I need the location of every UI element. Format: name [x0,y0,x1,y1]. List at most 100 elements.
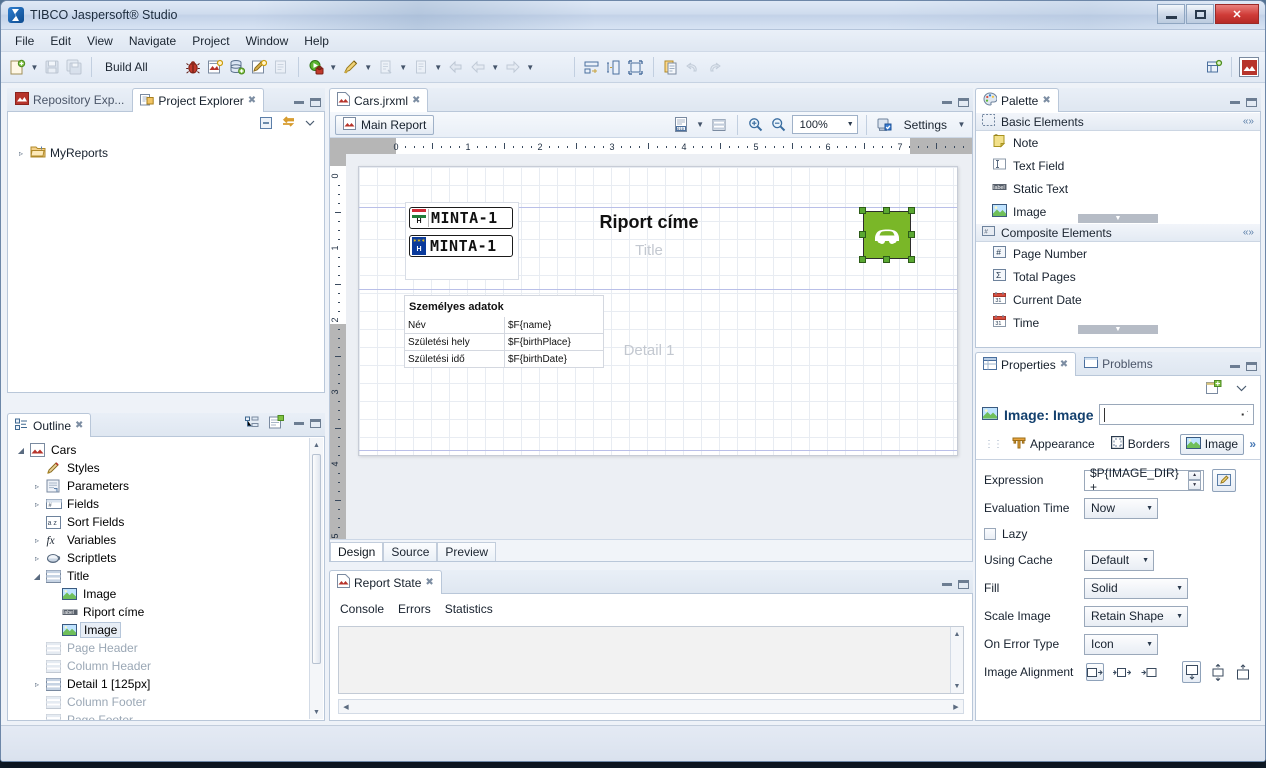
resize-handle-w[interactable] [859,231,866,238]
settings-icon[interactable] [875,115,895,135]
outline-node[interactable]: Column Header [10,657,322,675]
tab-source[interactable]: Source [383,542,438,561]
outline-node[interactable]: ▹ fx Variables [10,531,322,549]
maximize-panel-icon[interactable] [310,98,321,107]
scroll-up-icon[interactable]: ▲ [310,438,323,452]
scroll-left-icon[interactable]: ◀ [339,700,353,713]
outline-node[interactable]: Page Footer [10,711,322,720]
outline-node[interactable]: ▹ Detail 1 [125px] [10,675,322,693]
report-canvas[interactable]: Riport címe Title Detail 1 H MINTA-1 ∗∗∗… [346,154,972,539]
run-icon[interactable] [306,57,326,77]
spinner-up-icon[interactable]: ▲ [1188,470,1201,480]
expand-twisty-icon[interactable]: ◢ [32,572,42,581]
palette-item-static-text[interactable]: label Static Text [976,177,1260,200]
close-icon[interactable]: ✖ [248,95,256,106]
report-page[interactable]: Riport címe Title Detail 1 H MINTA-1 ∗∗∗… [358,166,958,456]
new-file-icon[interactable] [7,57,27,77]
pin-properties-icon[interactable] [1206,380,1222,398]
new-style-icon[interactable] [249,57,269,77]
resize-handle-ne[interactable] [908,207,915,214]
fill-select[interactable]: Solid ▼ [1084,577,1188,599]
outline-node[interactable]: ▹ Scriptlets [10,549,322,567]
settings-label[interactable]: Settings [898,118,953,132]
menu-edit[interactable]: Edit [42,32,79,50]
resize-handle-n[interactable] [883,207,890,214]
chevron-down-icon[interactable]: ▼ [1146,641,1153,648]
expand-twisty-icon[interactable]: ▹ [32,536,42,545]
open-perspective-icon[interactable] [1204,57,1224,77]
zoom-level-select[interactable]: 100% ▼ [791,115,858,134]
expand-twisty-icon[interactable]: ▹ [32,680,42,689]
scroll-down-icon[interactable]: ▼ [310,705,323,719]
new-dropdown-arrow[interactable]: ▼ [29,57,40,77]
expand-twisty-icon[interactable]: ◢ [16,446,26,455]
element-name-input[interactable]: ▪ ˙ [1099,404,1254,425]
tab-repository-explorer[interactable]: Repository Exp... [7,88,132,111]
report-title-text[interactable]: Riport címe [559,212,739,233]
menu-navigate[interactable]: Navigate [121,32,184,50]
chevron-down-icon[interactable]: ▼ [1176,613,1183,620]
palette-item-page-number[interactable]: # Page Number [976,242,1260,265]
console-vertical-scrollbar[interactable]: ▲ ▼ [950,627,963,693]
console-horizontal-scrollbar[interactable]: ◀ ▶ [338,699,964,714]
maximize-panel-icon[interactable] [958,98,969,107]
outline-node[interactable]: ▹ # Fields [10,495,322,513]
expand-twisty-icon[interactable]: ▹ [16,149,26,158]
maximize-panel-icon[interactable] [1246,362,1257,371]
chevron-down-icon[interactable]: ▼ [1176,585,1183,592]
outline-node[interactable]: a z Sort Fields [10,513,322,531]
subtab-statistics[interactable]: Statistics [445,602,493,616]
collapse-all-icon[interactable] [259,116,273,133]
on-error-type-select[interactable]: Icon ▼ [1084,633,1158,655]
resize-handle-e[interactable] [908,231,915,238]
profile-dropdown-arrow[interactable]: ▼ [363,57,374,77]
close-icon[interactable]: ✖ [412,95,420,106]
outline-node[interactable]: Column Footer [10,693,322,711]
section-tab-image[interactable]: Image [1179,433,1245,455]
lazy-checkbox[interactable] [984,528,996,540]
section-tab-borders[interactable]: Borders [1105,433,1176,455]
split-icon[interactable] [604,57,624,77]
outline-node[interactable]: ▹ Parameters [10,477,322,495]
fit-icon[interactable] [626,57,646,77]
maximize-panel-icon[interactable] [1246,98,1257,107]
palette-group-basic-elements[interactable]: Basic Elements «» [976,112,1260,131]
scroll-right-icon[interactable]: ▶ [949,700,963,713]
console-output[interactable] [338,626,964,694]
expand-twisty-icon[interactable]: ▹ [32,554,42,563]
settings-dropdown-arrow[interactable]: ▼ [956,115,967,135]
minimize-panel-icon[interactable] [942,583,952,586]
palette-item-total-pages[interactable]: Σ Total Pages [976,265,1260,288]
scroll-up-icon[interactable]: ▲ [951,627,963,641]
tree-item-myreports[interactable]: ▹ MyReports [12,144,320,162]
tab-preview[interactable]: Preview [437,542,497,561]
view-menu-icon[interactable] [304,117,316,132]
align-right-icon[interactable] [1140,663,1158,681]
dataset-dropdown-arrow[interactable]: ▼ [695,115,706,135]
new-report-icon[interactable] [205,57,225,77]
tab-report-state[interactable]: Report State ✖ [329,570,442,594]
edit-expression-button[interactable] [1212,468,1236,492]
palette-item-note[interactable]: Note [976,131,1260,154]
more-tabs-button[interactable]: » [1249,437,1256,451]
tab-outline[interactable]: Outline ✖ [7,413,92,437]
outline-node[interactable]: Image [10,585,322,603]
evaluation-time-select[interactable]: Now ▼ [1084,497,1158,519]
resize-handle-se[interactable] [908,256,915,263]
outline-node[interactable]: label Riport címe [10,603,322,621]
minimize-panel-icon[interactable] [942,101,952,104]
layout-icon[interactable] [582,57,602,77]
outline-node[interactable]: Styles [10,459,322,477]
personal-data-table[interactable]: Személyes adatok Név $F{name} Születési he… [404,295,604,368]
align-bottom-icon[interactable] [1235,661,1252,683]
palette-item-time[interactable]: 31 Time ▼ [976,311,1260,334]
zoom-in-icon[interactable] [746,115,766,135]
expression-spinner[interactable]: ▲ ▼ [1188,470,1201,490]
properties-view-icon[interactable] [269,415,284,432]
link-with-editor-icon[interactable] [281,116,296,133]
palette-item-image[interactable]: Image ▼ [976,200,1260,223]
palette-scroll-down-composite[interactable]: ▼ [1078,325,1158,334]
align-middle-icon[interactable] [1209,661,1226,683]
profile-icon[interactable] [341,57,361,77]
close-icon[interactable]: ✖ [75,420,83,431]
